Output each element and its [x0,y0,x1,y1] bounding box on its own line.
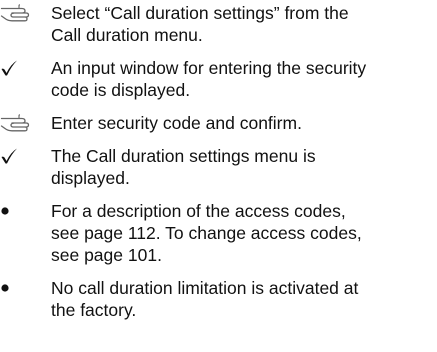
instruction-text-line: The Call duration settings menu is [51,146,316,166]
info-note: No call duration limitation is activated… [0,277,437,321]
instruction-result: The Call duration settings menu is displ… [0,145,437,189]
bullet-icon [0,200,44,222]
instruction-list: Select “Call duration settings” from the… [0,2,437,332]
instruction-text-line: see page 101. [51,245,162,265]
instruction-text-line: For a description of the access codes, [51,201,346,221]
pointing-hand-icon [0,2,44,24]
instruction-text-line: code is displayed. [51,80,191,100]
instruction-text-line: Enter security code and confirm. [51,113,302,133]
pointing-hand-icon [0,112,44,134]
instruction-text-line: An input window for entering the securit… [51,58,367,78]
bullet-icon [0,277,44,299]
instruction-text-line: see page 112. To change access codes, [51,223,362,243]
checkmark-icon [0,57,44,79]
instruction-result: An input window for entering the securit… [0,57,437,101]
instruction-text-line: No call duration limitation is activated… [51,278,359,298]
instruction-step: Enter security code and confirm. [0,112,437,134]
instruction-step: Select “Call duration settings” from the… [0,2,437,46]
info-note: For a description of the access codes, s… [0,200,437,266]
instruction-text-line: the factory. [51,300,137,320]
instruction-text-line: Select “Call duration settings” from the [51,3,349,23]
instruction-text-line: Call duration menu. [51,25,203,45]
checkmark-icon [0,145,44,167]
instruction-text-line: displayed. [51,168,130,188]
